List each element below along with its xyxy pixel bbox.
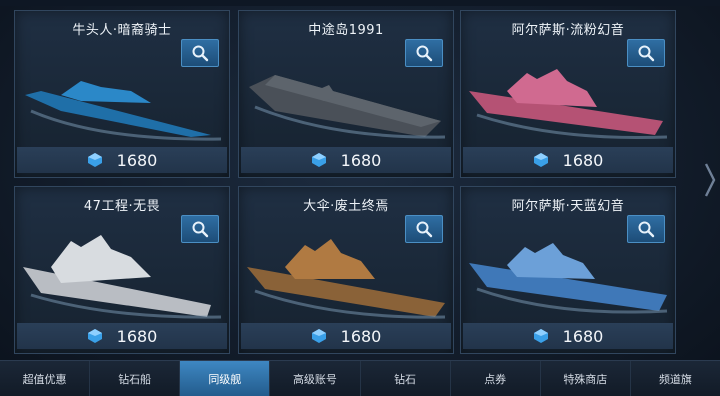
ship-card[interactable]: 阿尔萨斯·天蓝幻音 1680 (460, 186, 676, 354)
tab-item-active[interactable]: 同级舰 (180, 361, 271, 396)
chevron-right-icon[interactable] (704, 160, 716, 200)
ship-image (469, 243, 668, 314)
ship-card[interactable]: 47工程·无畏 1680 (14, 186, 230, 354)
tab-item[interactable]: 钻石船 (90, 361, 181, 396)
ship-card[interactable]: 中途岛1991 1680 (238, 10, 454, 178)
price-bar: 1680 (17, 323, 227, 349)
price-value: 1680 (562, 150, 604, 170)
price-bar: 1680 (17, 147, 227, 173)
ship-superstructure (507, 69, 597, 107)
diamond-gem-icon (87, 153, 102, 167)
tab-label: 高级账号 (292, 372, 337, 386)
ship-title: 大伞·废土终焉 (303, 199, 389, 214)
tab-item[interactable]: 特殊商店 (541, 361, 631, 396)
price-value: 1680 (340, 326, 382, 346)
ship-superstructure (51, 235, 151, 283)
tab-label: 钻石 (394, 372, 417, 386)
ship-grid: 牛头人·暗裔骑士 1680 中途岛1991 1680 阿尔萨斯·流粉幻音 168… (14, 10, 676, 356)
tab-item[interactable]: 高级账号 (270, 361, 361, 396)
tab-item[interactable]: 点券 (451, 361, 541, 396)
price-value: 1680 (340, 150, 382, 170)
ship-card[interactable]: 阿尔萨斯·流粉幻音 1680 (460, 10, 676, 178)
ship-title: 中途岛1991 (308, 23, 384, 38)
price-bar: 1680 (463, 323, 673, 349)
price-bar: 1680 (463, 147, 673, 173)
tab-item[interactable]: 超值优惠 (0, 361, 91, 396)
ship-image (249, 75, 446, 139)
ship-image (247, 239, 446, 319)
price-value: 1680 (562, 326, 604, 346)
price-value: 1680 (116, 150, 158, 170)
ship-image (469, 69, 668, 140)
price-value: 1680 (116, 326, 158, 346)
tab-item[interactable]: 频道旗 (631, 361, 720, 396)
diamond-gem-icon (311, 329, 326, 343)
ship-title: 牛头人·暗裔骑士 (72, 23, 172, 38)
ship-image (25, 81, 222, 141)
diamond-gem-icon (87, 329, 102, 343)
ship-title: 阿尔萨斯·天蓝幻音 (511, 199, 625, 214)
tab-label: 频道旗 (658, 372, 692, 386)
ship-title: 阿尔萨斯·流粉幻音 (511, 23, 625, 38)
tab-label: 特殊商店 (563, 372, 608, 386)
diamond-gem-icon (311, 153, 326, 167)
tab-label: 钻石船 (118, 372, 152, 386)
tab-item[interactable]: 钻石 (361, 361, 451, 396)
diamond-gem-icon (533, 329, 548, 343)
price-bar: 1680 (241, 323, 451, 349)
ship-superstructure (507, 243, 595, 279)
ship-title: 47工程·无畏 (83, 199, 161, 214)
ship-card[interactable]: 大伞·废土终焉 1680 (238, 186, 454, 354)
diamond-gem-icon (533, 153, 548, 167)
ship-card[interactable]: 牛头人·暗裔骑士 1680 (14, 10, 230, 178)
price-bar: 1680 (241, 147, 451, 173)
shop-tab-bar: 超值优惠 钻石船 同级舰 高级账号 钻石 点券 特殊商店 频道旗 (0, 360, 720, 396)
top-edge (0, 0, 720, 6)
ship-superstructure (285, 239, 375, 279)
tab-label: 超值优惠 (22, 372, 67, 386)
ship-image (23, 235, 222, 319)
tab-label: 同级舰 (208, 372, 242, 386)
tab-label: 点券 (484, 372, 507, 386)
